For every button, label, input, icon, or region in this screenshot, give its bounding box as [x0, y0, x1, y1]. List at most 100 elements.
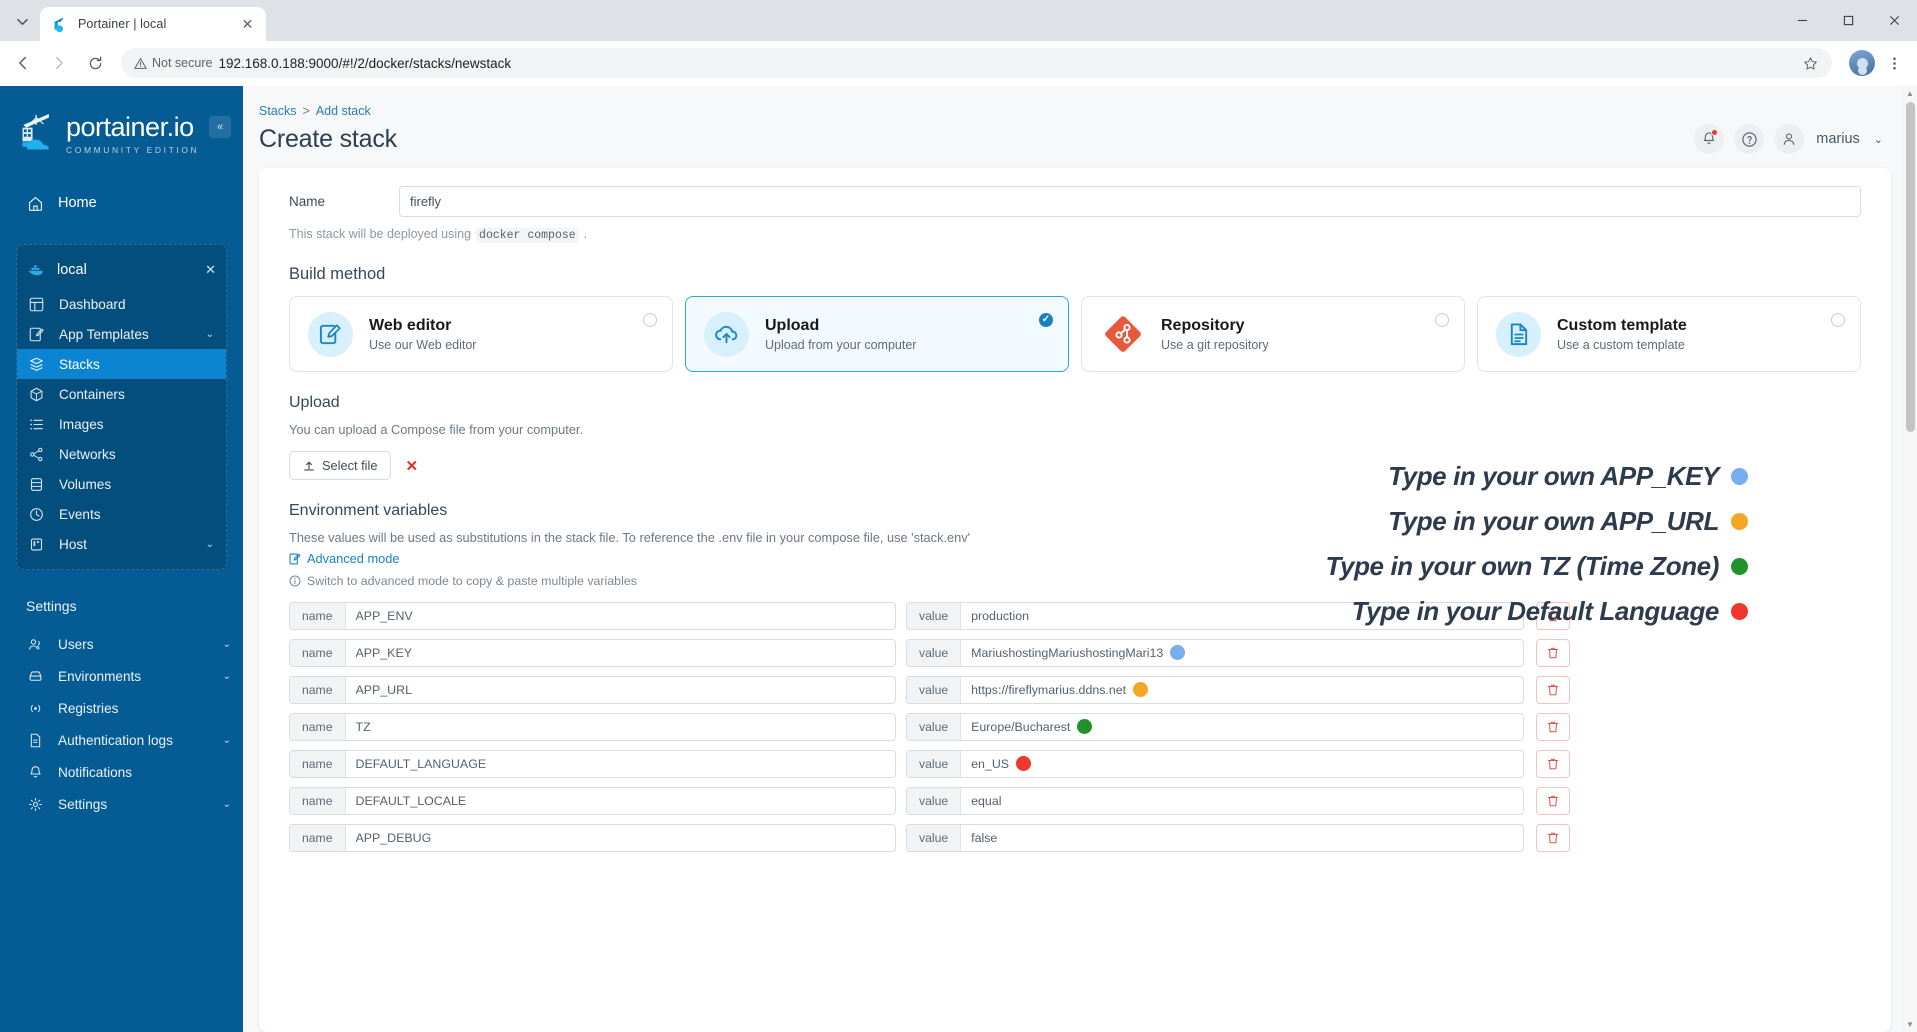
- delete-env-variable-button[interactable]: [1536, 749, 1570, 778]
- address-bar[interactable]: Not secure 192.168.0.188:9000/#!/2/docke…: [121, 48, 1832, 78]
- page-scrollbar[interactable]: ▲ ▼: [1902, 86, 1917, 1032]
- sidebar-item-settings[interactable]: Settings ⌄: [0, 788, 243, 820]
- env-name-group[interactable]: name: [289, 749, 896, 778]
- env-value-group[interactable]: value false: [906, 823, 1524, 852]
- env-name-input[interactable]: [345, 787, 895, 814]
- scroll-thumb[interactable]: [1906, 102, 1915, 432]
- sidebar-item-images[interactable]: Images: [17, 409, 226, 439]
- user-name[interactable]: marius: [1816, 131, 1860, 147]
- reload-button[interactable]: [78, 46, 112, 80]
- build-method-repository[interactable]: Repository Use a git repository: [1081, 296, 1465, 372]
- stack-name-input[interactable]: [399, 186, 1861, 217]
- security-indicator[interactable]: Not secure: [134, 56, 212, 70]
- remove-file-icon[interactable]: ✕: [405, 457, 418, 475]
- chevron-down-icon[interactable]: ⌄: [1874, 133, 1883, 146]
- sidebar-environment-close-icon[interactable]: ✕: [205, 262, 216, 278]
- back-button[interactable]: [6, 46, 40, 80]
- delete-env-variable-button[interactable]: [1536, 675, 1570, 704]
- radio-button-selected[interactable]: [1039, 313, 1053, 327]
- radio-button[interactable]: [643, 313, 657, 327]
- delete-env-variable-button[interactable]: [1536, 712, 1570, 741]
- logo-subtitle: COMMUNITY EDITION: [66, 145, 200, 155]
- browser-menu-icon[interactable]: [1879, 48, 1909, 78]
- upload-description: You can upload a Compose file from your …: [289, 422, 584, 437]
- env-value-cell[interactable]: false: [961, 825, 1523, 851]
- template-icon: [27, 325, 45, 343]
- env-name-group[interactable]: name: [289, 638, 896, 667]
- sidebar-item-notifications[interactable]: Notifications: [0, 756, 243, 788]
- scroll-down-arrow[interactable]: ▼: [1903, 1017, 1917, 1032]
- window-minimize-button[interactable]: [1779, 0, 1825, 41]
- sidebar-item-stacks[interactable]: Stacks: [17, 349, 226, 379]
- delete-env-variable-button[interactable]: [1536, 638, 1570, 667]
- tab-search-button[interactable]: [4, 5, 40, 37]
- env-name-input[interactable]: [345, 602, 895, 629]
- env-value-cell[interactable]: https://fireflymarius.ddns.net: [961, 677, 1523, 703]
- env-value-cell[interactable]: en_US: [961, 751, 1523, 777]
- radio-button[interactable]: [1435, 313, 1449, 327]
- env-name-input[interactable]: [345, 750, 895, 777]
- sidebar-item-environments[interactable]: Environments ⌄: [0, 660, 243, 692]
- forward-button[interactable]: [42, 46, 76, 80]
- env-name-group[interactable]: name: [289, 675, 896, 704]
- breadcrumb-root[interactable]: Stacks: [259, 104, 297, 118]
- delete-env-variable-button[interactable]: [1536, 823, 1570, 852]
- trash-icon: [1547, 832, 1559, 843]
- help-button[interactable]: [1734, 124, 1765, 154]
- tab-title: Portainer | local: [78, 17, 167, 31]
- env-value-group[interactable]: value en_US: [906, 749, 1524, 778]
- radio-button[interactable]: [1831, 313, 1845, 327]
- env-name-group[interactable]: name: [289, 823, 896, 852]
- window-close-button[interactable]: [1871, 0, 1917, 41]
- env-value-group[interactable]: value equal: [906, 786, 1524, 815]
- env-name-group[interactable]: name: [289, 786, 896, 815]
- env-name-input[interactable]: [345, 824, 895, 851]
- build-method-custom-template[interactable]: Custom template Use a custom template: [1477, 296, 1861, 372]
- env-value-group[interactable]: value https://fireflymarius.ddns.net: [906, 675, 1524, 704]
- bookmark-star-icon[interactable]: [1798, 51, 1822, 75]
- sidebar-collapse-button[interactable]: «: [209, 116, 231, 138]
- tab-close-icon[interactable]: ✕: [239, 16, 256, 33]
- select-file-button[interactable]: Select file: [289, 451, 392, 480]
- env-name-group[interactable]: name: [289, 712, 896, 741]
- build-method-upload[interactable]: Upload Upload from your computer: [685, 296, 1069, 372]
- scroll-up-arrow[interactable]: ▲: [1903, 86, 1917, 101]
- sidebar-env-nav-list: Dashboard App Templates ⌄ Stacks Contain…: [17, 289, 226, 559]
- env-value-cell[interactable]: equal: [961, 788, 1523, 814]
- sidebar-item-authentication-logs[interactable]: Authentication logs ⌄: [0, 724, 243, 756]
- build-method-web-editor[interactable]: Web editor Use our Web editor: [289, 296, 673, 372]
- sidebar-item-app-templates[interactable]: App Templates ⌄: [17, 319, 226, 349]
- sidebar-item-home[interactable]: Home: [16, 184, 227, 222]
- env-value-cell[interactable]: MariushostingMariushostingMari13: [961, 640, 1523, 666]
- sidebar-item-dashboard[interactable]: Dashboard: [17, 289, 226, 319]
- sidebar-item-host[interactable]: Host ⌄: [17, 529, 226, 559]
- env-value-group[interactable]: value production: [906, 601, 1524, 630]
- env-name-input[interactable]: [345, 676, 895, 703]
- build-method-subtitle: Use a custom template: [1557, 338, 1685, 353]
- sidebar-item-containers[interactable]: Containers: [17, 379, 226, 409]
- env-value-cell[interactable]: production: [961, 603, 1523, 629]
- user-avatar-button[interactable]: [1774, 124, 1805, 154]
- delete-env-variable-button[interactable]: [1536, 786, 1570, 815]
- advanced-mode-link[interactable]: Advanced mode: [289, 551, 399, 566]
- sidebar-item-volumes[interactable]: Volumes: [17, 469, 226, 499]
- sidebar-item-networks[interactable]: Networks: [17, 439, 226, 469]
- notifications-button[interactable]: [1694, 124, 1725, 154]
- profile-avatar[interactable]: [1849, 50, 1875, 76]
- browser-tab[interactable]: Portainer | local ✕: [40, 7, 266, 41]
- sidebar-environment-header[interactable]: local ✕: [17, 251, 226, 289]
- env-value-cell[interactable]: Europe/Bucharest: [961, 714, 1523, 740]
- sidebar-item-registries[interactable]: Registries: [0, 692, 243, 724]
- env-value-group[interactable]: value Europe/Bucharest: [906, 712, 1524, 741]
- delete-env-variable-button[interactable]: [1536, 601, 1570, 630]
- sidebar-item-label: App Templates: [59, 326, 149, 342]
- page-title: Create stack: [259, 124, 397, 153]
- sidebar-item-events[interactable]: Events: [17, 499, 226, 529]
- env-value-group[interactable]: value MariushostingMariushostingMari13: [906, 638, 1524, 667]
- sidebar-item-users[interactable]: Users ⌄: [0, 628, 243, 660]
- env-name-input[interactable]: [345, 713, 895, 740]
- env-name-input[interactable]: [345, 639, 895, 666]
- sidebar-environment-name: local: [57, 262, 87, 278]
- env-name-group[interactable]: name: [289, 601, 896, 630]
- window-maximize-button[interactable]: [1825, 0, 1871, 41]
